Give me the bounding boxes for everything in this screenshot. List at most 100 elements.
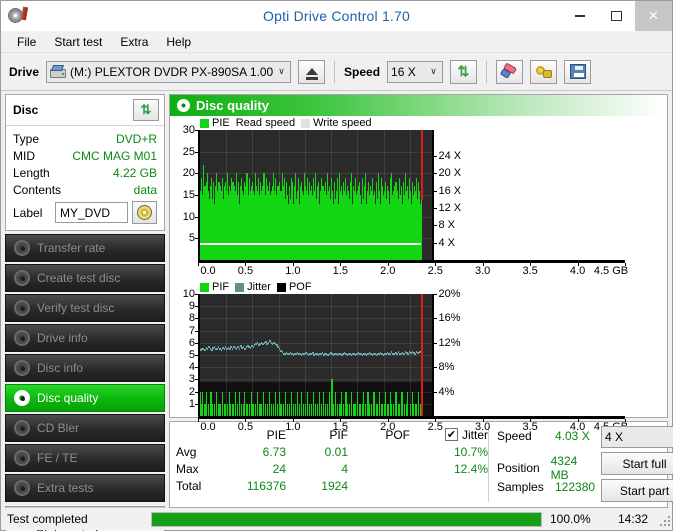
disc-icon	[14, 390, 30, 406]
sidebar-item-extra-tests[interactable]: Extra tests	[5, 474, 165, 502]
disc-quality-panel: Disc quality PIE Read speed Write speed …	[169, 94, 668, 433]
menu-item-start-test[interactable]: Start test	[46, 32, 110, 52]
axis-tick	[482, 419, 484, 422]
sidebar-item-drive-info[interactable]: Drive info	[5, 324, 165, 352]
legend-label-pif: PIF	[212, 281, 230, 293]
axis-tick-label: 20 X	[438, 167, 462, 180]
chart-bar	[335, 391, 337, 416]
chart-bar	[296, 391, 298, 416]
chart-bar	[415, 403, 417, 416]
chart-bar	[385, 391, 387, 416]
chart-bar	[282, 403, 284, 416]
refresh-button[interactable]: ⇅	[450, 59, 478, 84]
axis-tick	[433, 156, 437, 157]
chart-bar	[329, 391, 331, 416]
axis-tick-label: 0.5	[237, 421, 254, 433]
chart-bar	[393, 403, 395, 416]
chart-bar	[417, 391, 419, 416]
sidebar-item-fe-te[interactable]: FE / TE	[5, 444, 165, 472]
status-bar: Test completed 100.0% 14:32	[1, 508, 672, 530]
menu-item-help[interactable]: Help	[158, 32, 199, 52]
progress-percent: 100.0%	[550, 512, 591, 526]
eject-button[interactable]	[298, 59, 326, 84]
start-full-button[interactable]: Start full	[601, 452, 673, 475]
sidebar-item-disc-info[interactable]: Disc info	[5, 354, 165, 382]
jitter-point	[211, 348, 213, 351]
disc-label-button[interactable]	[132, 201, 157, 224]
app-disc-pen-icon	[8, 6, 29, 25]
disc-length-value: 4.22 GB	[112, 165, 157, 180]
grid-line	[200, 342, 432, 344]
sidebar-item-disc-quality[interactable]: Disc quality	[5, 384, 165, 412]
menu-item-file[interactable]: File	[9, 32, 44, 52]
axis-tick	[530, 419, 532, 422]
stats-row-label-avg: Avg	[176, 444, 197, 459]
test-speed-select[interactable]: 4 X ∨	[601, 426, 673, 448]
pie-y-axis-right: 24 X 20 X 16 X 12 X 8 X 4 X	[433, 130, 666, 260]
disc-panel-title: Disc	[13, 103, 39, 117]
stats-position-value: 4324 MB	[550, 453, 578, 482]
axis-tick-label: 0.5	[237, 265, 254, 277]
grid-line	[200, 151, 432, 153]
chart-bar	[252, 403, 254, 416]
disc-refresh-button[interactable]: ⇅	[133, 99, 159, 121]
disc-row-mid: MID CMC MAG M01	[13, 147, 157, 164]
legend-label-jitter: Jitter	[247, 281, 271, 293]
start-part-button[interactable]: Start part	[601, 479, 673, 502]
disc-label-input[interactable]: MY_DVD	[55, 202, 128, 223]
legend-label-write-speed: Write speed	[313, 117, 372, 129]
speed-select[interactable]: 16 X ∨	[387, 60, 444, 83]
jitter-point	[238, 347, 241, 350]
stats-samples-row: Samples 122380	[497, 477, 595, 496]
application-window: Opti Drive Control 1.70 ✕ File Start tes…	[0, 0, 673, 531]
disc-mid-value: CMC MAG M01	[72, 148, 157, 163]
sidebar-item-cd-bler[interactable]: CD Bler	[5, 414, 165, 442]
axis-tick	[433, 391, 437, 393]
close-button[interactable]: ✕	[635, 1, 672, 31]
chart-bar	[246, 403, 248, 416]
chart-bar	[312, 391, 315, 416]
axis-tick-label: 4 X	[438, 236, 456, 249]
legend-entry-read-speed: Read speed	[236, 117, 295, 129]
stats-total-pif: 1924	[321, 478, 348, 493]
pif-x-axis: 0.00.51.01.52.02.53.03.54.04.5 GB	[198, 419, 628, 436]
disc-row-contents: Contents data	[13, 181, 157, 198]
chart-baseline-fill	[200, 203, 422, 260]
chart-bar	[284, 391, 287, 416]
sidebar-item-transfer-rate[interactable]: Transfer rate	[5, 234, 165, 262]
chart-bar	[403, 403, 405, 416]
save-icon	[569, 64, 586, 79]
chart-bar	[256, 391, 258, 416]
chart-bar	[226, 403, 228, 416]
chart-bar	[216, 391, 218, 416]
chart-bar	[349, 403, 351, 416]
disc-quality-icon	[177, 99, 190, 112]
chart-bar	[280, 403, 282, 416]
stats-row-label-total: Total	[176, 478, 202, 493]
legend-entry-pof: POF	[276, 281, 312, 293]
stats-max-pie: 24	[272, 461, 286, 476]
minimize-button[interactable]	[561, 1, 598, 31]
jitter-point	[249, 347, 252, 350]
save-button[interactable]	[564, 59, 592, 84]
sidebar-item-verify-test-disc[interactable]: Verify test disc	[5, 294, 165, 322]
maximize-button[interactable]	[598, 1, 635, 31]
plugin-button[interactable]	[530, 59, 558, 84]
chart-bar	[276, 403, 278, 416]
erase-button[interactable]	[496, 59, 524, 84]
grid-line	[200, 330, 432, 332]
chart-bar	[232, 403, 234, 416]
axis-tick	[577, 419, 579, 422]
drive-select[interactable]: (M:) PLEXTOR DVDR PX-890SA 1.00 ∨	[46, 60, 292, 83]
menu-item-extra[interactable]: Extra	[112, 32, 156, 52]
legend-entry-pie: PIE	[200, 117, 230, 129]
chart-bar	[399, 403, 401, 416]
chart-bar	[379, 391, 381, 416]
sidebar-item-create-test-disc[interactable]: Create test disc	[5, 264, 165, 292]
axis-tick-label: 20%	[438, 288, 461, 300]
grid-line	[200, 306, 432, 308]
chevron-down-icon: ∨	[278, 66, 285, 76]
clock-text: 14:32	[617, 512, 648, 526]
resize-grip[interactable]	[656, 512, 670, 526]
stats-avg-pif: 0.01	[324, 444, 348, 459]
